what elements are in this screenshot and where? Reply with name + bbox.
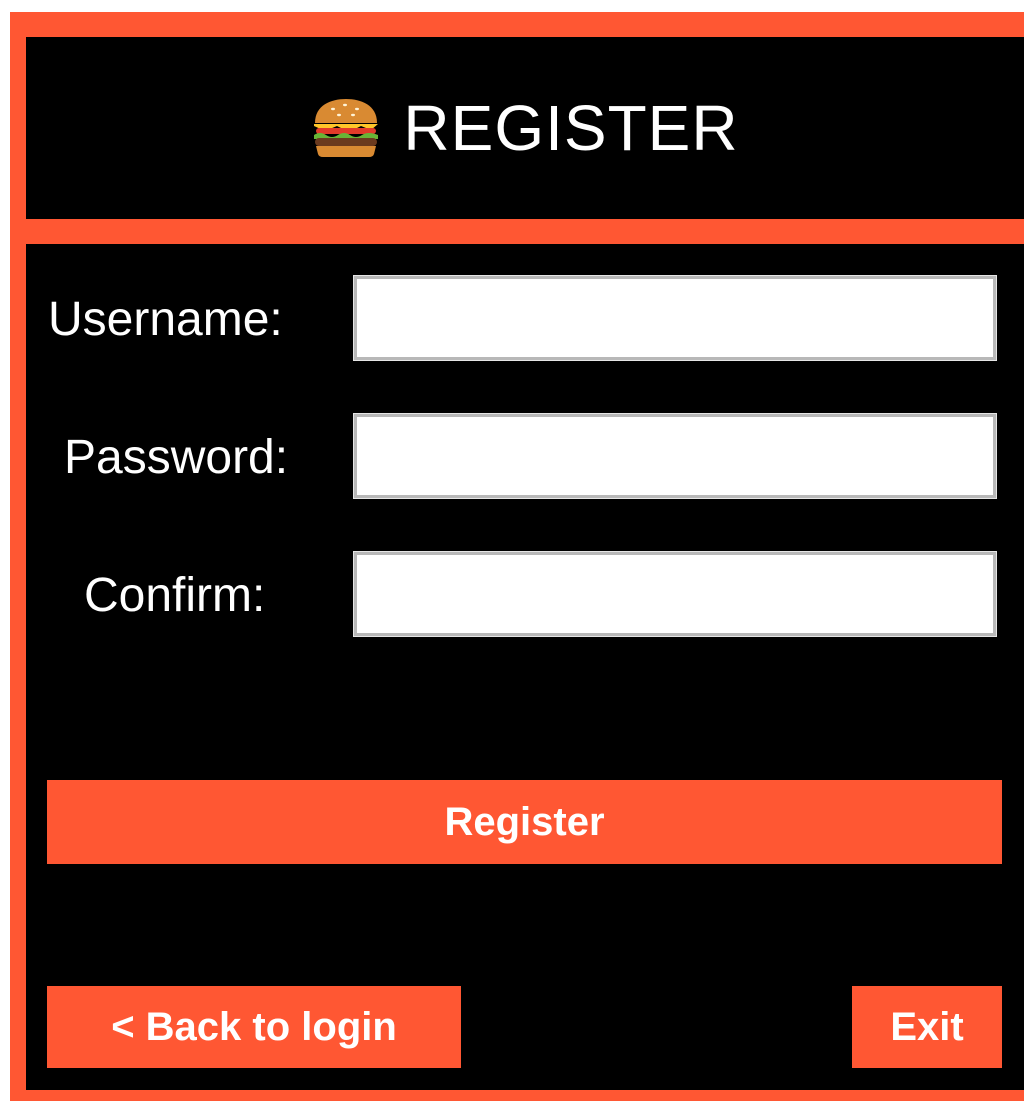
password-label: Password:	[64, 431, 289, 484]
confirm-password-field[interactable]	[353, 551, 997, 637]
page-title: REGISTER	[403, 92, 739, 164]
register-window: REGISTER Username: Password: Confirm: Re…	[10, 12, 1024, 1101]
back-to-login-button[interactable]: < Back to login	[47, 986, 461, 1068]
window-top-edge	[0, 0, 1024, 12]
password-row: Password:	[26, 413, 1024, 504]
form-panel: Username: Password: Confirm: Register < …	[26, 244, 1024, 1090]
confirm-label: Confirm:	[84, 569, 266, 622]
burger-icon	[314, 99, 379, 157]
username-field[interactable]	[353, 275, 997, 361]
exit-button[interactable]: Exit	[852, 986, 1002, 1068]
confirm-row: Confirm:	[26, 551, 1024, 642]
header-bar: REGISTER	[26, 37, 1024, 219]
username-label: Username:	[48, 293, 283, 346]
header-content: REGISTER	[311, 96, 738, 160]
password-field[interactable]	[353, 413, 997, 499]
register-button[interactable]: Register	[47, 780, 1002, 864]
username-row: Username:	[26, 275, 1024, 366]
